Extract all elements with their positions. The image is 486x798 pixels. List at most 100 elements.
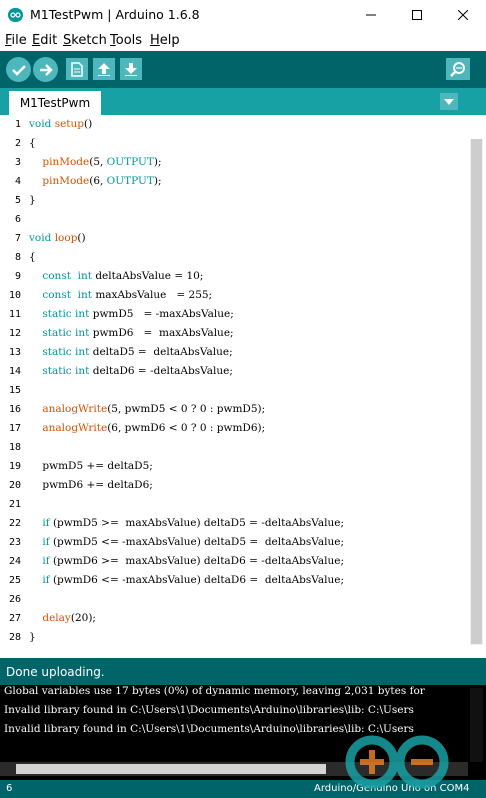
verify-button[interactable] [6, 57, 31, 82]
tab-m1testpwm[interactable]: M1TestPwm [9, 91, 101, 115]
serial-monitor-icon [450, 62, 465, 77]
code-line[interactable] [29, 495, 464, 514]
new-button[interactable] [66, 58, 88, 80]
code-line[interactable]: } [29, 191, 464, 210]
code-line[interactable]: static int deltaD5 = deltaAbsValue; [29, 343, 464, 362]
arduino-logo-icon [8, 8, 23, 22]
code-line[interactable]: if (pwmD6 >= maxAbsValue) deltaD6 = -del… [29, 552, 464, 571]
line-number: 23 [8, 537, 21, 548]
code-line[interactable]: static int deltaD6 = -deltaAbsValue; [29, 362, 464, 381]
code-line[interactable]: } [29, 628, 464, 647]
status-message: Done uploading. [6, 665, 105, 679]
menu-edit-label: Edit [32, 33, 58, 48]
code-line[interactable]: analogWrite(5, pwmD5 < 0 ? 0 : pwmD5); [29, 400, 464, 419]
code-line[interactable]: const int deltaAbsValue = 10; [29, 267, 464, 286]
minimize-icon [366, 14, 376, 16]
code-line[interactable]: pwmD5 += deltaD5; [29, 457, 464, 476]
title-bar: M1TestPwm | Arduino 1.6.8 [0, 0, 486, 30]
menu-tools-label: Tools [110, 33, 143, 48]
code-line[interactable]: void setup() [29, 115, 464, 134]
menu-sketch-label: Sketch [63, 33, 107, 48]
code-line[interactable]: static int pwmD6 = maxAbsValue; [29, 324, 464, 343]
tab-bar: M1TestPwm [0, 88, 486, 115]
line-number: 20 [8, 480, 21, 491]
status-bar: Done uploading. [0, 658, 486, 685]
console-scroll-thumb[interactable] [16, 764, 326, 774]
open-button[interactable] [93, 58, 115, 80]
line-number: 19 [8, 461, 21, 472]
toolbar [0, 51, 486, 88]
code-line[interactable] [29, 590, 464, 609]
line-number: 27 [8, 613, 21, 624]
code-line[interactable]: analogWrite(6, pwmD6 < 0 ? 0 : pwmD6); [29, 419, 464, 438]
upload-button[interactable] [33, 57, 58, 82]
code-line[interactable]: { [29, 248, 464, 267]
current-line-number: 6 [6, 783, 13, 794]
line-number: 3 [14, 157, 21, 168]
code-line[interactable] [29, 381, 464, 400]
maximize-button[interactable] [394, 0, 440, 30]
line-number: 9 [14, 271, 21, 282]
menu-sketch[interactable]: Sketch [63, 33, 107, 48]
line-number: 18 [8, 442, 21, 453]
line-number: 22 [8, 518, 21, 529]
line-number: 12 [8, 328, 21, 339]
line-number: 24 [8, 556, 21, 567]
line-number: 5 [14, 195, 21, 206]
code-line[interactable]: delay(20); [29, 609, 464, 628]
code-line[interactable]: if (pwmD5 >= maxAbsValue) deltaD5 = -del… [29, 514, 464, 533]
menu-file-label: File [5, 33, 27, 48]
line-number: 13 [8, 347, 21, 358]
code-area[interactable]: void setup(){ pinMode(5, OUTPUT); pinMod… [29, 115, 464, 647]
close-button[interactable] [440, 0, 486, 30]
code-line[interactable]: if (pwmD5 <= -maxAbsValue) deltaD5 = del… [29, 533, 464, 552]
arduino-watermark-logo [332, 728, 482, 794]
menu-file[interactable]: File [5, 33, 27, 48]
code-line[interactable]: { [29, 134, 464, 153]
code-line[interactable]: pinMode(6, OUTPUT); [29, 172, 464, 191]
line-number-gutter: 1 2 3 4 5 6 7 8 9 10 11 12 13 14 15 16 17 18 19 20 21 22 23 24 2… [0, 115, 24, 647]
code-line[interactable]: pinMode(5, OUTPUT); [29, 153, 464, 172]
minimize-button[interactable] [348, 0, 394, 30]
code-line[interactable]: void loop() [29, 229, 464, 248]
maximize-icon [412, 10, 422, 20]
console-line: Invalid library found in C:\Users\1\Docu… [4, 704, 414, 716]
line-number: 14 [8, 366, 21, 377]
line-number: 15 [8, 385, 21, 396]
line-number: 7 [14, 233, 21, 244]
line-number: 26 [8, 594, 21, 605]
verify-icon [11, 64, 26, 76]
code-line[interactable]: static int pwmD5 = -maxAbsValue; [29, 305, 464, 324]
open-icon [98, 63, 110, 76]
line-number: 6 [14, 214, 21, 225]
code-line[interactable]: const int maxAbsValue = 255; [29, 286, 464, 305]
code-line[interactable]: pwmD6 += deltaD6; [29, 476, 464, 495]
line-number: 10 [8, 290, 21, 301]
save-button[interactable] [120, 58, 142, 80]
menu-help-label: Help [150, 33, 180, 48]
line-number: 25 [8, 575, 21, 586]
menu-help[interactable]: Help [150, 33, 180, 48]
line-number: 21 [8, 499, 21, 510]
console-line: Global variables use 17 bytes (0%) of dy… [4, 685, 425, 697]
upload-icon [39, 63, 53, 76]
new-icon [71, 61, 83, 77]
line-number: 1 [14, 119, 21, 130]
line-number: 16 [8, 404, 21, 415]
line-number: 11 [8, 309, 21, 320]
tab-menu-button[interactable] [440, 93, 458, 110]
code-editor[interactable]: 1 2 3 4 5 6 7 8 9 10 11 12 13 14 15 16 17 18 19 20 21 22 23 24 2… [0, 115, 486, 655]
line-number: 17 [8, 423, 21, 434]
code-line[interactable] [29, 438, 464, 457]
line-number: 4 [14, 176, 21, 187]
menu-edit[interactable]: Edit [32, 33, 57, 48]
line-number: 28 [8, 632, 21, 643]
code-line[interactable]: if (pwmD6 <= -maxAbsValue) deltaD6 = del… [29, 571, 464, 590]
code-line[interactable] [29, 210, 464, 229]
chevron-down-icon [444, 98, 454, 105]
serial-monitor-button[interactable] [446, 58, 470, 80]
editor-vertical-scrollbar[interactable] [470, 139, 483, 645]
save-icon [125, 63, 137, 76]
editor-scroll-thumb[interactable] [471, 139, 482, 644]
menu-tools[interactable]: Tools [110, 33, 142, 48]
